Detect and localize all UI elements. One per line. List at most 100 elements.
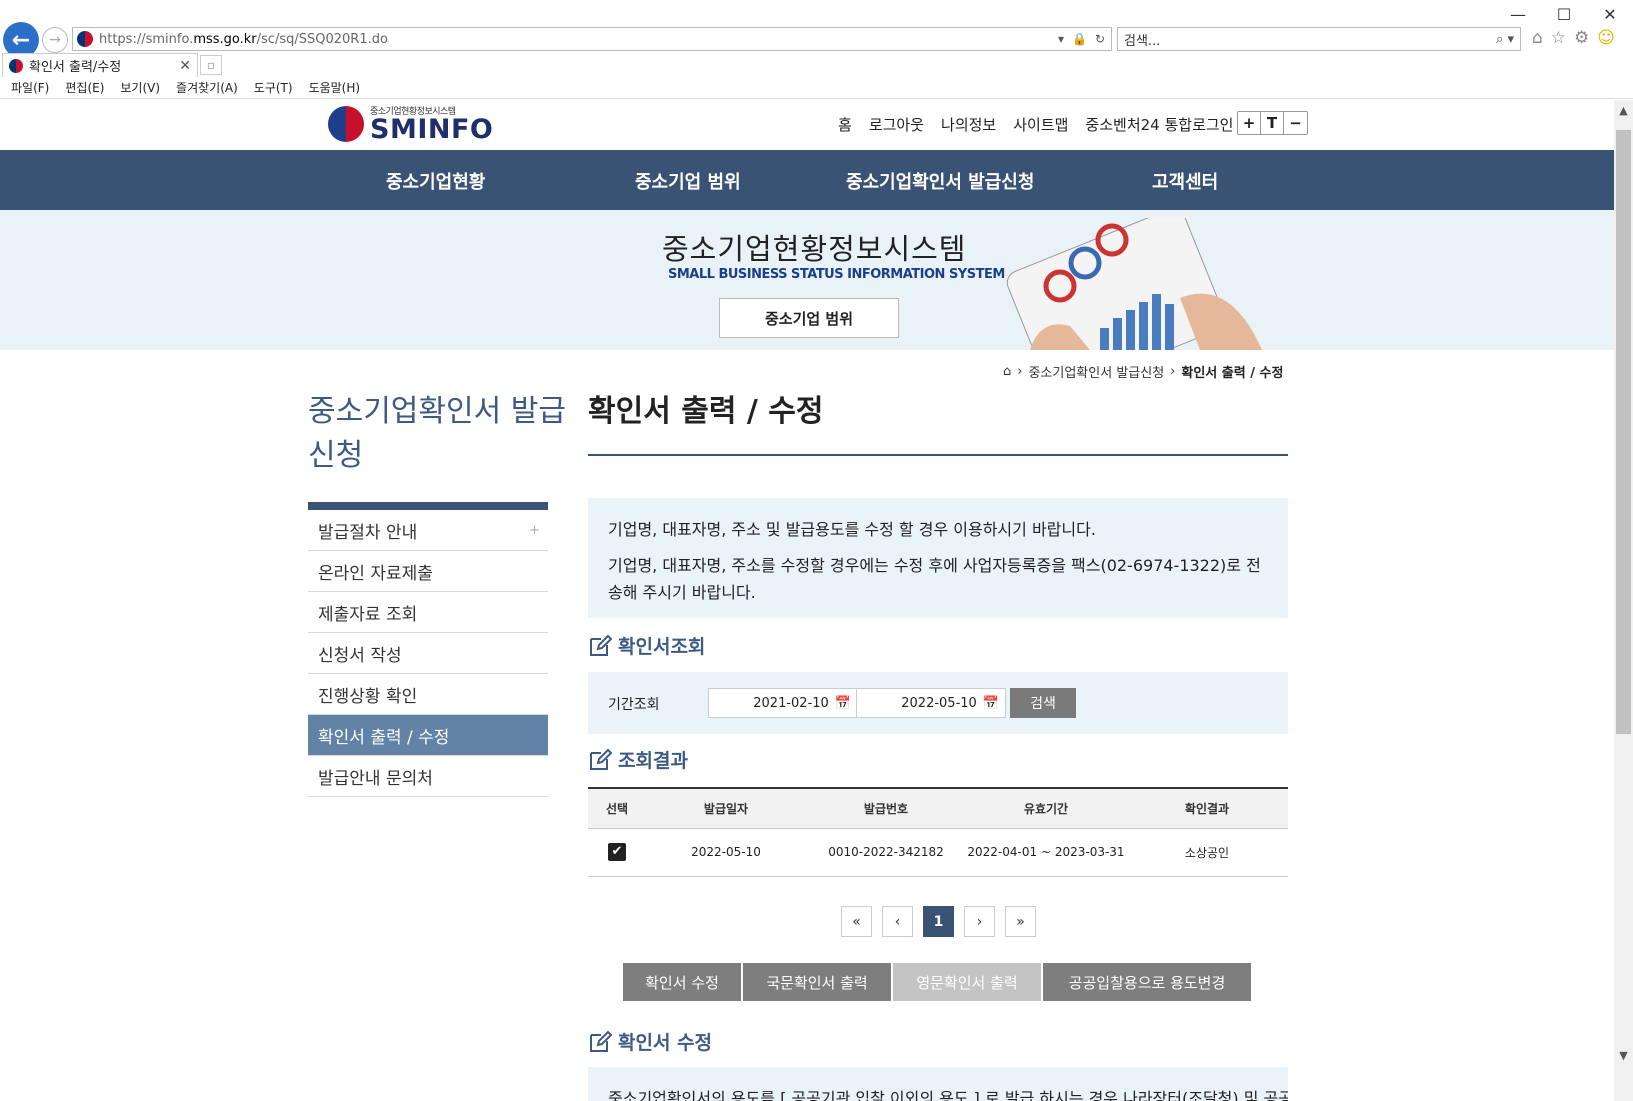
breadcrumb-sep-icon: › (1017, 364, 1023, 379)
feedback-smiley-icon[interactable]: ☺ (1597, 28, 1615, 48)
title-divider (588, 454, 1288, 456)
menu-file[interactable]: 파일(F) (11, 79, 49, 96)
edit-pencil-icon (590, 1030, 612, 1052)
home-icon[interactable]: ⌂ (1532, 28, 1543, 48)
close-window-icon[interactable]: ✕ (1587, 0, 1633, 28)
browser-chrome: — ☐ ✕ ← → https://sminfo. mss.go.kr/sc/sq… (0, 0, 1633, 100)
sidebar-item-contact[interactable]: 발급안내 문의처 (308, 756, 548, 797)
date-from-input[interactable]: 2021-02-10 📅 (708, 688, 858, 718)
sidebar-item-label: 온라인 자료제출 (318, 563, 433, 584)
menu-edit[interactable]: 편집(E) (65, 79, 104, 96)
last-page-button[interactable]: » (1005, 906, 1036, 937)
util-logout-link[interactable]: 로그아웃 (869, 114, 924, 135)
menu-help[interactable]: 도움말(H) (309, 79, 361, 96)
sidebar-item-label: 발급안내 문의처 (318, 768, 433, 789)
expand-plus-icon[interactable]: + (529, 523, 540, 538)
font-reset-button[interactable]: T (1261, 112, 1284, 134)
pagination: « ‹ 1 › » (841, 906, 1036, 937)
section-title: 조회결과 (618, 750, 688, 772)
tab-close-icon[interactable]: ✕ (179, 58, 191, 74)
scroll-down-icon[interactable]: ▼ (1614, 1045, 1633, 1065)
select-cell: ✔ (588, 828, 646, 877)
sidebar-item-application[interactable]: 신청서 작성 (308, 633, 548, 674)
util-integrated-login-link[interactable]: 중소벤처24 통합로그인 (1085, 114, 1233, 135)
calendar-icon[interactable]: 📅 (835, 696, 851, 711)
sidebar-item-print-edit[interactable]: 확인서 출력 / 수정 (308, 715, 548, 756)
browser-tab[interactable]: 확인서 출력/수정 ✕ (2, 53, 198, 77)
search-button[interactable]: 검색 (1010, 688, 1076, 718)
tab-favicon-icon (9, 58, 23, 73)
search-icon[interactable]: ⌕ ▾ (1496, 32, 1520, 47)
sidebar-item-online-submit[interactable]: 온라인 자료제출 (308, 551, 548, 592)
date-to-input[interactable]: 2022-05-10 📅 (856, 688, 1006, 718)
next-page-button[interactable]: › (964, 906, 995, 937)
edit-pencil-icon (590, 634, 612, 656)
gnb-support[interactable]: 고객센터 (1152, 168, 1218, 194)
col-issue-date: 발급일자 (646, 787, 806, 829)
table-row[interactable]: ✔ 2022-05-10 0010-2022-342182 2022-04-01… (588, 828, 1288, 877)
web-page: 중소기업현황정보시스템 SMINFO 홈 로그아웃 나의정보 사이트맵 중소벤처… (0, 100, 1614, 1101)
section-heading-result: 조회결과 (588, 746, 688, 773)
address-bar[interactable]: https://sminfo. mss.go.kr/sc/sq/SSQ020R1.… (72, 27, 1112, 51)
scroll-thumb[interactable] (1616, 130, 1631, 734)
forward-button[interactable]: → (42, 27, 68, 53)
hero-range-button[interactable]: 중소기업 범위 (719, 298, 899, 338)
edit-certificate-button[interactable]: 확인서 수정 (623, 963, 741, 1001)
vertical-scrollbar[interactable]: ▲ ▼ (1614, 100, 1633, 1101)
sidebar-item-submitted-lookup[interactable]: 제출자료 조회 (308, 592, 548, 633)
util-sitemap-link[interactable]: 사이트맵 (1013, 114, 1068, 135)
page-1-button[interactable]: 1 (923, 906, 954, 937)
site-logo[interactable]: 중소기업현황정보시스템 SMINFO (328, 104, 493, 143)
browser-tools: ⌂ ☆ ⚙ ☺ (1532, 28, 1615, 48)
sidebar-item-procedure[interactable]: 발급절차 안내 + (308, 510, 548, 551)
util-myinfo-link[interactable]: 나의정보 (941, 114, 996, 135)
gnb-certificate[interactable]: 중소기업확인서 발급신청 (846, 168, 1034, 194)
site-favicon-icon (77, 31, 93, 47)
change-to-public-bid-button[interactable]: 공공입찰용으로 용도변경 (1043, 963, 1251, 1001)
lock-icon[interactable]: 🔒 (1072, 32, 1087, 46)
gnb-range[interactable]: 중소기업 범위 (635, 168, 741, 194)
scroll-up-icon[interactable]: ▲ (1614, 100, 1633, 120)
result-cell: 소상공인 (1126, 828, 1288, 877)
dropdown-icon[interactable]: ▾ (1058, 32, 1064, 46)
sidebar-item-progress[interactable]: 진행상황 확인 (308, 674, 548, 715)
gnb-status[interactable]: 중소기업현황 (386, 168, 485, 194)
maximize-icon[interactable]: ☐ (1541, 0, 1587, 28)
favorites-star-icon[interactable]: ☆ (1551, 28, 1566, 48)
print-english-button[interactable]: 영문확인서 출력 (893, 963, 1041, 1001)
menu-favorites[interactable]: 즐겨찾기(A) (176, 79, 238, 96)
global-nav: 중소기업현황 중소기업 범위 중소기업확인서 발급신청 고객센터 (0, 150, 1614, 210)
menu-tools[interactable]: 도구(T) (254, 79, 293, 96)
menu-view[interactable]: 보기(V) (120, 79, 160, 96)
notice-text-1: 기업명, 대표자명, 주소 및 발급용도를 수정 할 경우 이용하시기 바랍니다… (608, 520, 1096, 539)
issue-date-cell: 2022-05-10 (646, 828, 806, 877)
calendar-icon[interactable]: 📅 (983, 696, 999, 711)
browser-search-input[interactable]: 검색... ⌕ ▾ (1117, 27, 1521, 51)
refresh-icon[interactable]: ↻ (1095, 32, 1105, 46)
menu-bar: 파일(F) 편집(E) 보기(V) 즐겨찾기(A) 도구(T) 도움말(H) (0, 77, 1633, 99)
settings-gear-icon[interactable]: ⚙ (1574, 28, 1589, 48)
breadcrumb-item[interactable]: 중소기업확인서 발급신청 (1028, 362, 1164, 381)
section-heading-search: 확인서조회 (588, 632, 705, 659)
search-placeholder: 검색... (1124, 33, 1161, 49)
minimize-icon[interactable]: — (1495, 0, 1541, 28)
breadcrumb-home-icon[interactable]: ⌂ (1003, 364, 1011, 379)
new-tab-button[interactable]: ▫ (200, 55, 222, 75)
period-label: 기간조회 (608, 697, 660, 713)
sidebar-title: 중소기업확인서 발급신청 (308, 394, 566, 473)
print-korean-button[interactable]: 국문확인서 출력 (743, 963, 891, 1001)
prev-page-button[interactable]: ‹ (882, 906, 913, 937)
util-home-link[interactable]: 홈 (838, 114, 852, 135)
font-decrease-button[interactable]: − (1284, 112, 1307, 134)
section-heading-edit: 확인서 수정 (588, 1028, 712, 1055)
hero-title: 중소기업현황정보시스템 (662, 232, 967, 266)
checkbox-checked-icon[interactable]: ✔ (608, 843, 626, 861)
edit-notice-box: 중소기업확인서의 용도를 [ 공공기관 입찰 이외의 용도 ] 로 발급 하시는… (588, 1067, 1288, 1101)
font-increase-button[interactable]: + (1238, 112, 1261, 134)
action-buttons: 확인서 수정 국문확인서 출력 영문확인서 출력 공공입찰용으로 용도변경 (623, 963, 1251, 1001)
taegeuk-emblem-icon (328, 105, 364, 142)
breadcrumb-sep-icon: › (1170, 364, 1176, 379)
first-page-button[interactable]: « (841, 906, 872, 937)
url-host: mss.go.kr (193, 31, 257, 47)
utility-links: 홈 로그아웃 나의정보 사이트맵 중소벤처24 통합로그인 (838, 114, 1233, 135)
